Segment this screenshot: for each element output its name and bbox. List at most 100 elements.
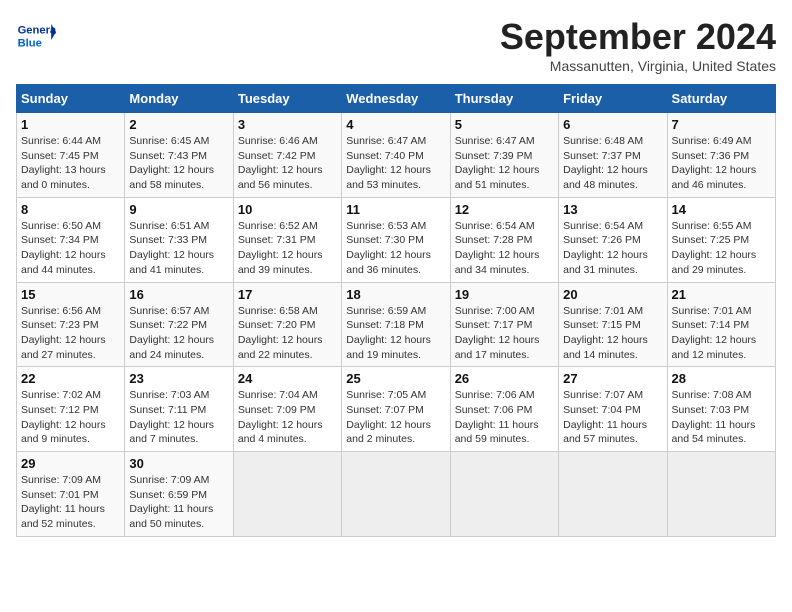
calendar-cell: 19Sunrise: 7:00 AMSunset: 7:17 PMDayligh… (450, 282, 558, 367)
calendar-cell: 24 Sunrise: 7:04 AMSunset: 7:09 PMDayligh… (233, 367, 341, 452)
day-number: 12 (455, 202, 554, 217)
day-info: Sunrise: 6:46 AMSunset: 7:42 PMDaylight:… (238, 134, 337, 193)
day-number: 4 (346, 117, 445, 132)
day-number: 14 (672, 202, 771, 217)
day-info: Sunrise: 7:05 AMSunset: 7:07 PMDaylight:… (346, 388, 445, 447)
calendar-week: 15 Sunrise: 6:56 AMSunset: 7:23 PMDayligh… (17, 282, 776, 367)
calendar-cell: 14 Sunrise: 6:55 AMSunset: 7:25 PMDayligh… (667, 197, 775, 282)
day-number: 16 (129, 287, 228, 302)
day-number: 2 (129, 117, 228, 132)
day-info: Sunrise: 6:54 AMSunset: 7:28 PMDaylight:… (455, 219, 554, 278)
calendar-cell: 7 Sunrise: 6:49 AMSunset: 7:36 PMDaylight… (667, 113, 775, 198)
calendar-cell: 11 Sunrise: 6:53 AMSunset: 7:30 PMDayligh… (342, 197, 450, 282)
calendar-cell (342, 452, 450, 537)
calendar-cell: 10 Sunrise: 6:52 AMSunset: 7:31 PMDayligh… (233, 197, 341, 282)
day-info: Sunrise: 6:51 AMSunset: 7:33 PMDaylight:… (129, 219, 228, 278)
day-number: 10 (238, 202, 337, 217)
day-number: 5 (455, 117, 554, 132)
weekday-header: Saturday (667, 85, 775, 113)
day-info: Sunrise: 7:01 AMSunset: 7:14 PMDaylight:… (672, 304, 771, 363)
day-number: 7 (672, 117, 771, 132)
calendar-cell: 5 Sunrise: 6:47 AMSunset: 7:39 PMDaylight… (450, 113, 558, 198)
day-info: Sunrise: 6:59 AMSunset: 7:18 PMDaylight:… (346, 304, 445, 363)
calendar-cell: 9 Sunrise: 6:51 AMSunset: 7:33 PMDaylight… (125, 197, 233, 282)
calendar-cell: 1Sunrise: 6:44 AMSunset: 7:45 PMDaylight… (17, 113, 125, 198)
weekday-header: Tuesday (233, 85, 341, 113)
calendar-week: 1Sunrise: 6:44 AMSunset: 7:45 PMDaylight… (17, 113, 776, 198)
day-info: Sunrise: 7:09 AMSunset: 7:01 PMDaylight:… (21, 473, 120, 532)
day-number: 11 (346, 202, 445, 217)
calendar-cell: 12 Sunrise: 6:54 AMSunset: 7:28 PMDayligh… (450, 197, 558, 282)
day-info: Sunrise: 6:44 AMSunset: 7:45 PMDaylight:… (21, 134, 120, 193)
calendar-cell (667, 452, 775, 537)
day-number: 22 (21, 371, 120, 386)
day-info: Sunrise: 6:54 AMSunset: 7:26 PMDaylight:… (563, 219, 662, 278)
month-title: September 2024 (500, 16, 776, 58)
day-number: 26 (455, 371, 554, 386)
day-number: 28 (672, 371, 771, 386)
day-info: Sunrise: 7:02 AMSunset: 7:12 PMDaylight:… (21, 388, 120, 447)
day-number: 6 (563, 117, 662, 132)
calendar-cell: 4 Sunrise: 6:47 AMSunset: 7:40 PMDaylight… (342, 113, 450, 198)
day-info: Sunrise: 7:04 AMSunset: 7:09 PMDaylight:… (238, 388, 337, 447)
calendar-cell (559, 452, 667, 537)
day-info: Sunrise: 7:01 AMSunset: 7:15 PMDaylight:… (563, 304, 662, 363)
day-number: 18 (346, 287, 445, 302)
day-info: Sunrise: 7:03 AMSunset: 7:11 PMDaylight:… (129, 388, 228, 447)
calendar-cell: 30 Sunrise: 7:09 AMSunset: 6:59 PMDayligh… (125, 452, 233, 537)
day-number: 15 (21, 287, 120, 302)
day-number: 27 (563, 371, 662, 386)
day-info: Sunrise: 6:57 AMSunset: 7:22 PMDaylight:… (129, 304, 228, 363)
weekday-header: Sunday (17, 85, 125, 113)
day-number: 3 (238, 117, 337, 132)
day-info: Sunrise: 6:56 AMSunset: 7:23 PMDaylight:… (21, 304, 120, 363)
calendar-cell: 18 Sunrise: 6:59 AMSunset: 7:18 PMDayligh… (342, 282, 450, 367)
page-header: General Blue September 2024 Massanutten,… (16, 16, 776, 74)
weekday-header: Thursday (450, 85, 558, 113)
day-number: 8 (21, 202, 120, 217)
calendar-cell: 20 Sunrise: 7:01 AMSunset: 7:15 PMDayligh… (559, 282, 667, 367)
calendar-cell: 26 Sunrise: 7:06 AMSunset: 7:06 PMDayligh… (450, 367, 558, 452)
day-number: 20 (563, 287, 662, 302)
calendar-cell: 8 Sunrise: 6:50 AMSunset: 7:34 PMDaylight… (17, 197, 125, 282)
calendar-cell: 28 Sunrise: 7:08 AMSunset: 7:03 PMDayligh… (667, 367, 775, 452)
day-info: Sunrise: 6:50 AMSunset: 7:34 PMDaylight:… (21, 219, 120, 278)
day-info: Sunrise: 6:55 AMSunset: 7:25 PMDaylight:… (672, 219, 771, 278)
day-info: Sunrise: 6:45 AMSunset: 7:43 PMDaylight:… (129, 134, 228, 193)
calendar-cell: 6Sunrise: 6:48 AMSunset: 7:37 PMDaylight… (559, 113, 667, 198)
calendar-cell: 22 Sunrise: 7:02 AMSunset: 7:12 PMDayligh… (17, 367, 125, 452)
day-number: 9 (129, 202, 228, 217)
svg-text:Blue: Blue (18, 37, 42, 49)
weekday-header: Friday (559, 85, 667, 113)
calendar-cell (450, 452, 558, 537)
day-info: Sunrise: 6:53 AMSunset: 7:30 PMDaylight:… (346, 219, 445, 278)
svg-text:General: General (18, 25, 56, 37)
day-info: Sunrise: 7:09 AMSunset: 6:59 PMDaylight:… (129, 473, 228, 532)
day-number: 29 (21, 456, 120, 471)
day-number: 24 (238, 371, 337, 386)
day-number: 30 (129, 456, 228, 471)
calendar-table: SundayMondayTuesdayWednesdayThursdayFrid… (16, 84, 776, 537)
day-info: Sunrise: 6:49 AMSunset: 7:36 PMDaylight:… (672, 134, 771, 193)
calendar-cell: 3 Sunrise: 6:46 AMSunset: 7:42 PMDaylight… (233, 113, 341, 198)
calendar-cell: 16 Sunrise: 6:57 AMSunset: 7:22 PMDayligh… (125, 282, 233, 367)
title-area: September 2024 Massanutten, Virginia, Un… (500, 16, 776, 74)
logo: General Blue (16, 16, 60, 56)
calendar-cell: 27Sunrise: 7:07 AMSunset: 7:04 PMDayligh… (559, 367, 667, 452)
day-info: Sunrise: 7:08 AMSunset: 7:03 PMDaylight:… (672, 388, 771, 447)
calendar-cell: 13Sunrise: 6:54 AMSunset: 7:26 PMDayligh… (559, 197, 667, 282)
day-info: Sunrise: 6:58 AMSunset: 7:20 PMDaylight:… (238, 304, 337, 363)
day-info: Sunrise: 6:47 AMSunset: 7:39 PMDaylight:… (455, 134, 554, 193)
calendar-week: 29 Sunrise: 7:09 AMSunset: 7:01 PMDayligh… (17, 452, 776, 537)
day-number: 17 (238, 287, 337, 302)
day-number: 21 (672, 287, 771, 302)
day-number: 19 (455, 287, 554, 302)
calendar-cell: 29 Sunrise: 7:09 AMSunset: 7:01 PMDayligh… (17, 452, 125, 537)
day-info: Sunrise: 6:47 AMSunset: 7:40 PMDaylight:… (346, 134, 445, 193)
calendar-cell (233, 452, 341, 537)
day-number: 23 (129, 371, 228, 386)
weekday-header: Monday (125, 85, 233, 113)
day-info: Sunrise: 6:52 AMSunset: 7:31 PMDaylight:… (238, 219, 337, 278)
calendar-week: 8 Sunrise: 6:50 AMSunset: 7:34 PMDaylight… (17, 197, 776, 282)
day-info: Sunrise: 7:06 AMSunset: 7:06 PMDaylight:… (455, 388, 554, 447)
